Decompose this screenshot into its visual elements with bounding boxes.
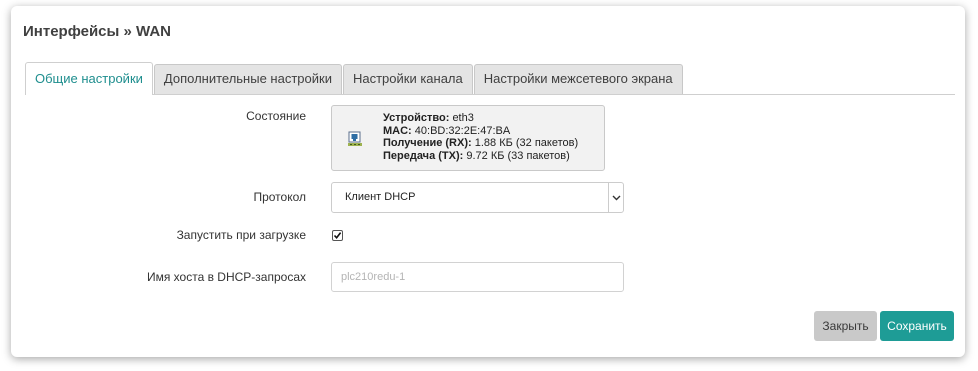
status-mac-value: 40:BD:32:2E:47:BA [414,124,511,137]
status-device-line: Устройство: eth3 [383,112,578,125]
status-device-value: eth3 [452,112,474,124]
status-rx-key: Получение (RX): [383,137,472,149]
status-details: Устройство: eth3 MAC: 40:BD:32:2E:47:BA … [383,112,578,162]
checkmark-icon [333,232,342,240]
status-tx-line: Передача (TX): 9.72 КБ (33 пакетов) [383,150,578,163]
autostart-checkbox[interactable] [332,230,343,241]
protocol-select[interactable]: Клиент DHCP [331,182,624,213]
tab-general-settings[interactable]: Общие настройки [25,62,153,95]
close-button[interactable]: Закрыть [814,311,877,341]
dialog-title: Интерфейсы » WAN [23,23,172,40]
protocol-label: Протокол [253,190,306,204]
status-mac-key: MAC: [383,124,412,137]
hostname-input[interactable] [331,262,624,292]
hostname-label: Имя хоста в DHCP-запросах [146,270,306,284]
tab-advanced-settings[interactable]: Дополнительные настройки [153,64,342,94]
status-device-key: Устройство: [383,112,450,124]
tab-bar: Общие настройки Дополнительные настройки… [25,61,955,95]
ethernet-port-icon [346,130,364,148]
status-panel: Устройство: eth3 MAC: 40:BD:32:2E:47:BA … [331,105,605,171]
autostart-label: Запустить при загрузке [176,228,306,242]
tab-firewall-settings[interactable]: Настройки межсетевого экрана [473,64,683,94]
status-tx-value: 9.72 КБ (33 пакетов) [466,149,570,162]
tab-link-settings[interactable]: Настройки канала [342,64,473,94]
interface-dialog: Интерфейсы » WAN Общие настройки Дополни… [11,6,965,357]
chevron-down-icon[interactable] [608,183,623,212]
status-rx-line: Получение (RX): 1.88 КБ (32 пакетов) [383,137,578,150]
status-label: Состояние [246,109,306,123]
save-button[interactable]: Сохранить [880,311,954,341]
status-mac-line: MAC: 40:BD:32:2E:47:BA [383,125,578,138]
protocol-selected-value: Клиент DHCP [345,191,416,203]
status-tx-key: Передача (TX): [383,149,464,162]
status-rx-value: 1.88 КБ (32 пакетов) [474,137,579,149]
